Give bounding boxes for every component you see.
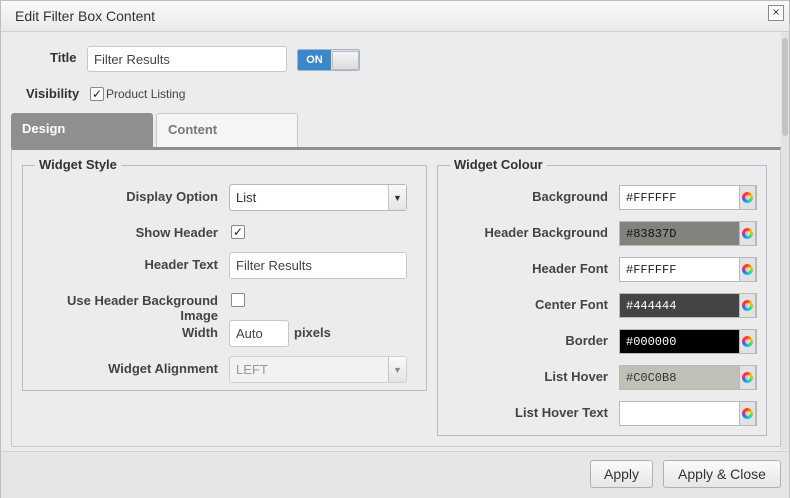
header-font-colour-label: Header Font <box>532 261 608 276</box>
title-input[interactable]: Filter Results <box>87 46 287 72</box>
border-colour-label: Border <box>565 333 608 348</box>
header-font-colour-input[interactable]: #FFFFFF <box>619 257 757 282</box>
title-label: Title <box>50 50 77 65</box>
scrollbar-thumb[interactable] <box>782 38 788 136</box>
apply-close-button[interactable]: Apply & Close <box>663 460 781 488</box>
edit-filter-box-dialog: Edit Filter Box Content × Title Filter R… <box>0 0 790 498</box>
header-background-colour-label: Header Background <box>484 225 608 240</box>
use-header-bg-image-checkbox[interactable] <box>231 293 245 307</box>
use-header-bg-image-label: Use Header Background Image <box>67 293 218 323</box>
visibility-label: Visibility <box>26 86 80 101</box>
dialog-title: Edit Filter Box Content <box>15 8 156 24</box>
color-wheel-glyph <box>742 336 753 347</box>
border-colour-input[interactable]: #000000 <box>619 329 757 354</box>
close-icon[interactable]: × <box>768 5 784 21</box>
color-wheel-icon[interactable] <box>739 293 756 318</box>
chevron-down-icon: ▼ <box>388 185 406 210</box>
header-text-input[interactable]: Filter Results <box>229 252 407 279</box>
widget-colour-legend: Widget Colour <box>450 157 547 172</box>
tab-content[interactable]: Content <box>156 113 298 147</box>
color-wheel-glyph <box>742 228 753 239</box>
color-wheel-icon[interactable] <box>739 185 756 210</box>
center-font-colour-label: Center Font <box>535 297 608 312</box>
title-visibility-toggle[interactable]: ON <box>297 49 360 71</box>
header-background-colour-input[interactable]: #83837D <box>619 221 757 246</box>
display-option-select[interactable]: List ▼ <box>229 184 407 211</box>
color-wheel-glyph <box>742 372 753 383</box>
color-wheel-icon[interactable] <box>739 401 756 426</box>
list-hover-colour-label: List Hover <box>544 369 608 384</box>
show-header-label: Show Header <box>135 225 218 240</box>
tab-design[interactable]: Design <box>11 113 153 147</box>
width-unit-label: pixels <box>294 325 331 340</box>
color-wheel-icon[interactable] <box>739 257 756 282</box>
toggle-on-label: ON <box>298 50 331 70</box>
color-wheel-icon[interactable] <box>739 329 756 354</box>
display-option-label: Display Option <box>126 189 218 204</box>
color-wheel-glyph <box>742 300 753 311</box>
dialog-scrollbar[interactable] <box>781 32 789 450</box>
product-listing-label: Product Listing <box>106 87 186 101</box>
toggle-knob <box>332 51 359 70</box>
display-option-value: List <box>236 190 257 205</box>
widget-alignment-label: Widget Alignment <box>108 361 218 376</box>
widget-alignment-select[interactable]: LEFT ▼ <box>229 356 407 383</box>
color-wheel-glyph <box>742 264 753 275</box>
color-wheel-glyph <box>742 192 753 203</box>
product-listing-checkbox[interactable]: ✓ <box>90 87 104 101</box>
color-wheel-icon[interactable] <box>739 365 756 390</box>
list-hover-text-colour-label: List Hover Text <box>515 405 608 420</box>
chevron-down-icon: ▼ <box>388 357 406 382</box>
background-colour-label: Background <box>532 189 608 204</box>
list-hover-text-colour-input[interactable] <box>619 401 757 426</box>
color-wheel-icon[interactable] <box>739 221 756 246</box>
center-font-colour-input[interactable]: #444444 <box>619 293 757 318</box>
width-input[interactable]: Auto <box>229 320 289 347</box>
header-text-label: Header Text <box>144 257 218 272</box>
widget-alignment-value: LEFT <box>236 362 268 377</box>
list-hover-colour-input[interactable]: #C0C0B8 <box>619 365 757 390</box>
background-colour-input[interactable]: #FFFFFF <box>619 185 757 210</box>
width-label: Width <box>182 325 218 340</box>
dialog-titlebar[interactable]: Edit Filter Box Content × <box>1 1 789 32</box>
color-wheel-glyph <box>742 408 753 419</box>
apply-button[interactable]: Apply <box>590 460 653 488</box>
widget-style-legend: Widget Style <box>35 157 121 172</box>
dialog-footer: Apply Apply & Close <box>1 451 789 498</box>
show-header-checkbox[interactable]: ✓ <box>231 225 245 239</box>
